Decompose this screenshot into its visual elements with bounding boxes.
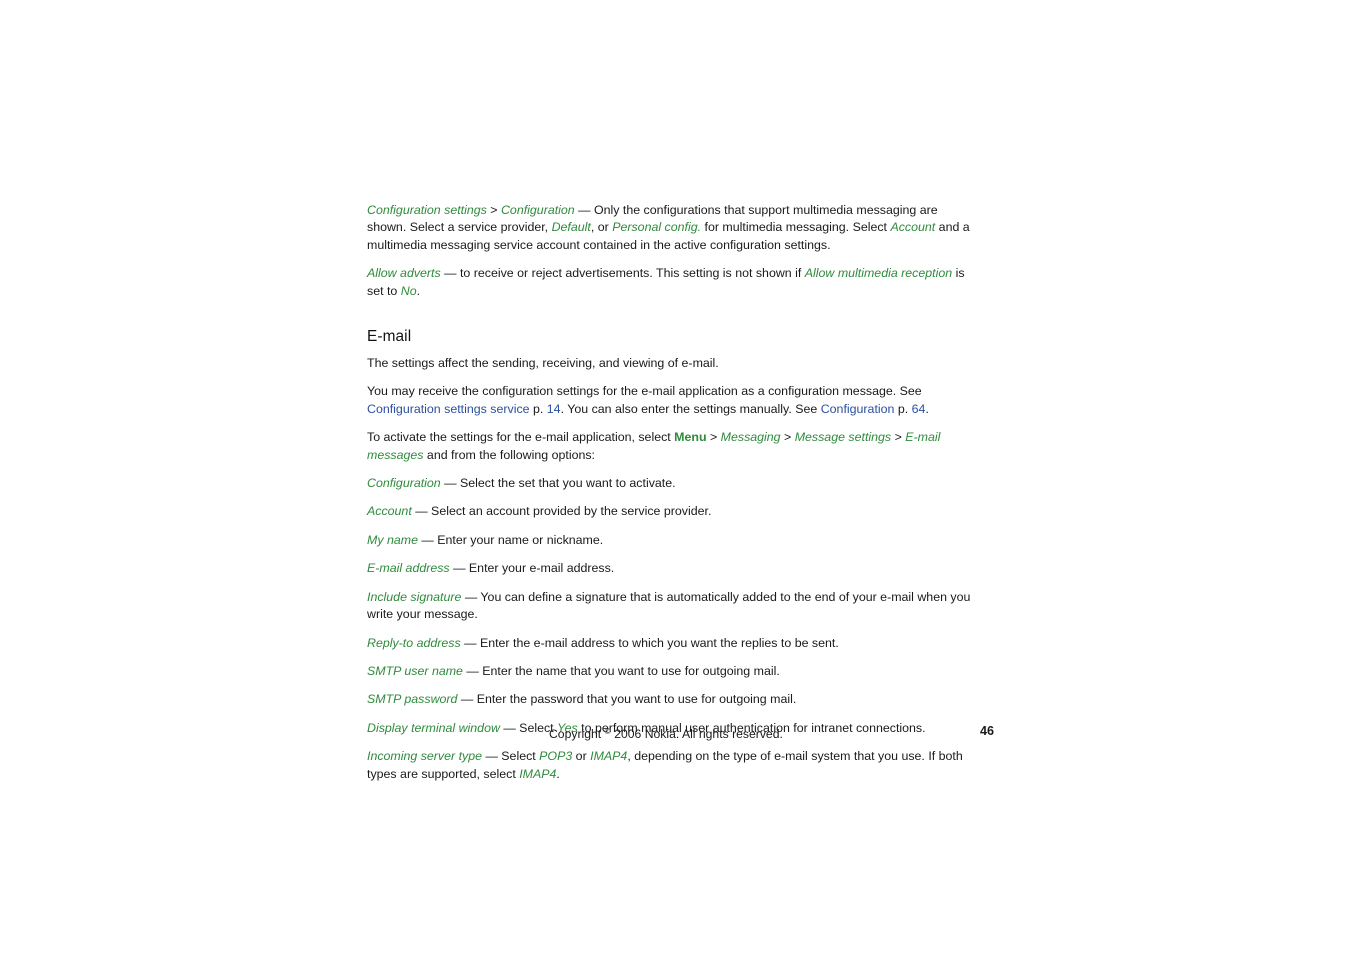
- option-term: My name: [367, 532, 418, 547]
- option-description: — Enter your e-mail address.: [449, 561, 615, 576]
- link-configuration-settings-service[interactable]: Configuration settings service: [367, 402, 530, 416]
- document-body: Configuration settings > Configuration —…: [367, 202, 972, 794]
- copyright-notice: Copyright © 2006 Nokia. All rights reser…: [549, 722, 783, 743]
- body-text: , or: [590, 220, 613, 235]
- option-term: Display terminal window: [367, 720, 500, 735]
- option-description: .: [556, 766, 560, 781]
- option-item: Include signature — You can define a sig…: [367, 589, 972, 624]
- body-text: To activate the settings for the e-mail …: [367, 430, 675, 445]
- link-page-64[interactable]: 64: [912, 402, 926, 416]
- option-description: — Enter the password that you want to us…: [457, 692, 797, 707]
- term-default: Default: [551, 220, 591, 235]
- term-allow-adverts: Allow adverts: [367, 266, 441, 281]
- page-number: 46: [979, 724, 994, 738]
- option-term: SMTP user name: [367, 663, 463, 678]
- option-item: Reply-to address — Enter the e-mail addr…: [367, 635, 972, 652]
- paragraph-activate-settings: To activate the settings for the e-mail …: [367, 429, 972, 464]
- term-menu: Menu: [674, 430, 707, 445]
- option-term: Reply-to address: [367, 635, 461, 650]
- term-account: Account: [890, 220, 936, 235]
- body-text: p.: [894, 401, 912, 416]
- option-term: Incoming server type: [367, 749, 483, 764]
- option-description: — Enter the e-mail address to which you …: [460, 635, 839, 650]
- option-item: My name — Enter your name or nickname.: [367, 532, 972, 549]
- option-item: Account — Select an account provided by …: [367, 503, 972, 520]
- body-text: . You can also enter the settings manual…: [560, 401, 821, 416]
- option-term: Include signature: [367, 589, 462, 604]
- link-configuration[interactable]: Configuration: [821, 402, 895, 416]
- option-term: Configuration: [367, 476, 441, 491]
- separator: >: [706, 430, 721, 445]
- link-page-14[interactable]: 14: [547, 402, 561, 416]
- option-item: Configuration — Select the set that you …: [367, 475, 972, 492]
- option-item: E-mail address — Enter your e-mail addre…: [367, 560, 972, 577]
- body-text: You may receive the configuration settin…: [367, 384, 922, 399]
- option-description: — Select an account provided by the serv…: [411, 504, 712, 519]
- option-term: E-mail address: [367, 561, 450, 576]
- section-heading-email: E-mail: [367, 328, 412, 346]
- option-item: SMTP password — Enter the password that …: [367, 691, 972, 708]
- term-no: No: [400, 283, 417, 298]
- option-description: — Enter the name that you want to use fo…: [462, 663, 780, 678]
- term-messaging: Messaging: [720, 430, 781, 445]
- paragraph-email-intro: The settings affect the sending, receivi…: [367, 356, 719, 371]
- option-term: SMTP password: [367, 692, 458, 707]
- term-configuration-settings: Configuration settings: [367, 203, 487, 217]
- term-personal-config: Personal config.: [612, 220, 702, 235]
- option-description: — Select: [482, 749, 540, 764]
- option-value-imap4-preferred: IMAP4: [519, 766, 557, 781]
- paragraph-configuration-settings: Configuration settings > Configuration —…: [367, 202, 972, 254]
- body-text: .: [416, 283, 421, 298]
- copyright-prefix: Copyright: [549, 727, 605, 741]
- body-text: — to receive or reject advertisements. T…: [440, 266, 805, 281]
- option-value-imap4: IMAP4: [590, 749, 628, 764]
- body-text: .: [925, 401, 929, 416]
- option-term: Account: [367, 504, 412, 519]
- separator: >: [891, 430, 906, 445]
- body-text: p.: [529, 401, 547, 416]
- body-text: for multimedia messaging. Select: [701, 220, 891, 235]
- option-value-pop3: POP3: [539, 749, 573, 764]
- body-text: and from the following options:: [423, 447, 595, 462]
- copyright-suffix: 2006 Nokia. All rights reserved.: [610, 727, 783, 741]
- option-description: — Select the set that you want to activa…: [440, 476, 676, 491]
- option-item-incoming-server-type: Incoming server type — Select POP3 or IM…: [367, 748, 972, 783]
- separator: >: [780, 430, 795, 445]
- separator: >: [486, 203, 501, 217]
- option-item: SMTP user name — Enter the name that you…: [367, 663, 972, 680]
- term-allow-multimedia-reception: Allow multimedia reception: [804, 266, 953, 281]
- term-configuration: Configuration: [500, 203, 575, 217]
- paragraph-allow-adverts: Allow adverts — to receive or reject adv…: [367, 265, 972, 300]
- term-message-settings: Message settings: [794, 430, 892, 445]
- paragraph-email-configuration-message: You may receive the configuration settin…: [367, 383, 972, 418]
- option-description: — Enter your name or nickname.: [417, 532, 604, 547]
- option-description: or: [572, 749, 591, 764]
